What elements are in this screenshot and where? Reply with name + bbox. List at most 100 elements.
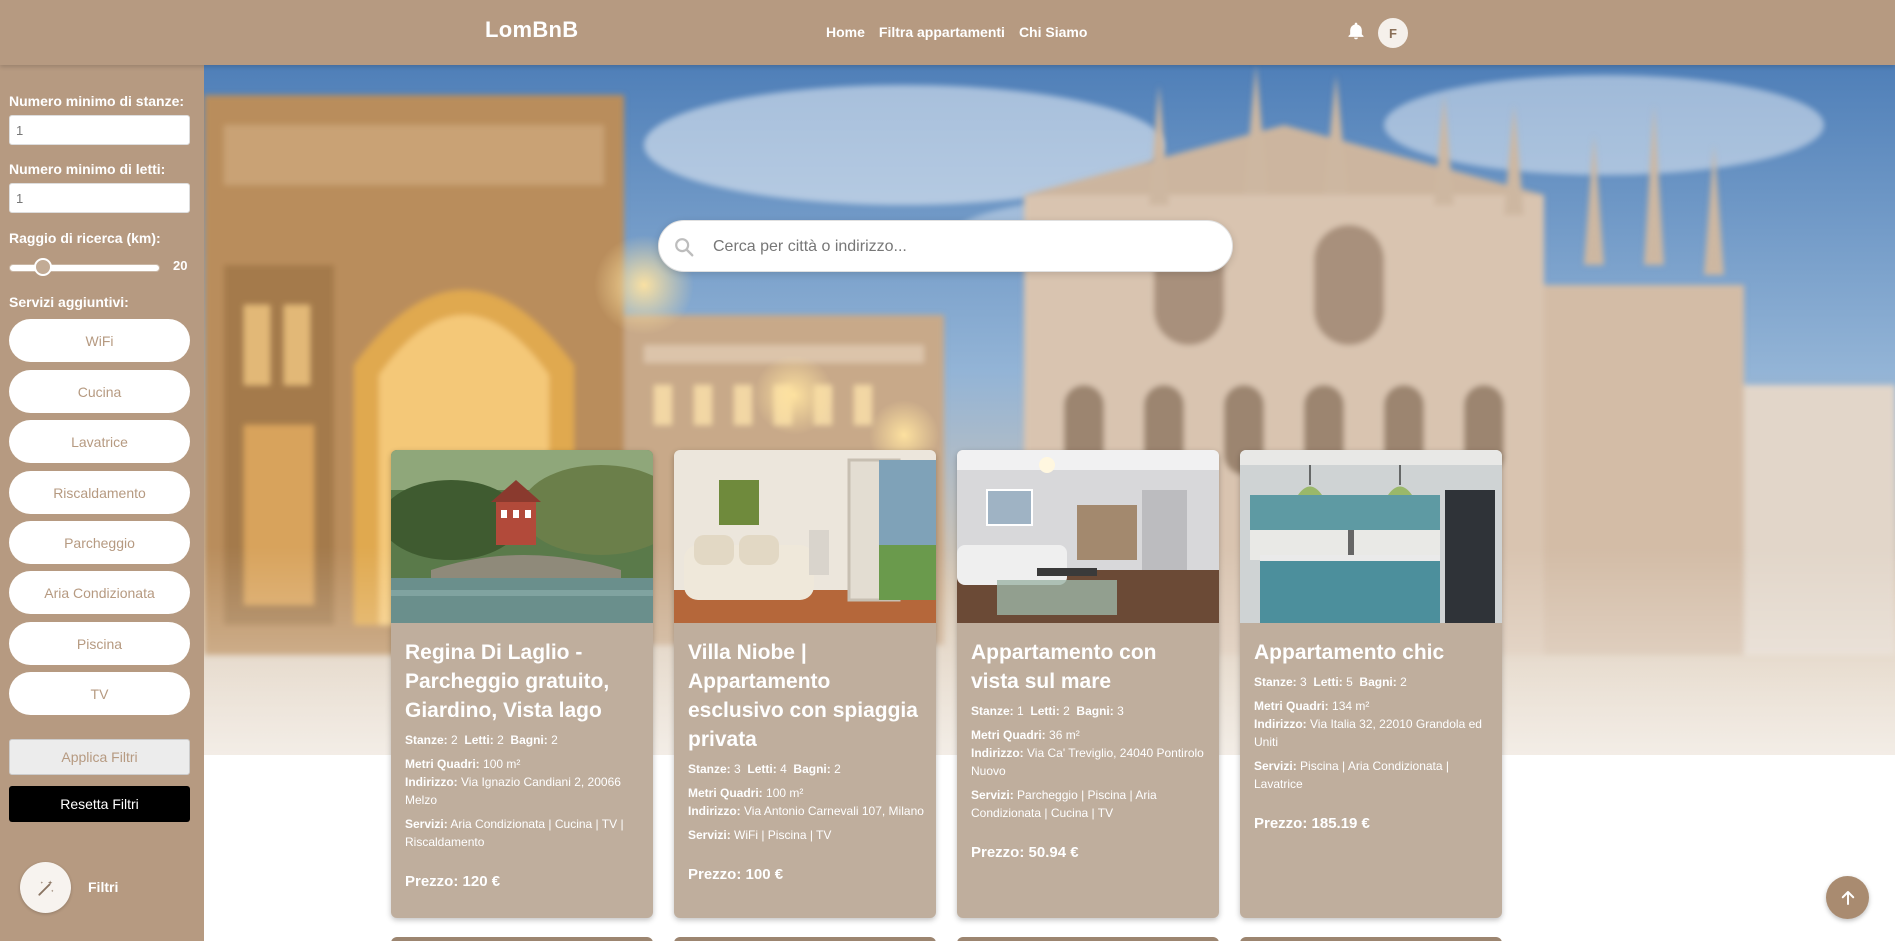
listing-price: Prezzo: 120 € (405, 873, 641, 890)
listing-specs: Stanze: 1 Letti: 2 Bagni: 3 (971, 702, 1207, 720)
price-value: 100 € (745, 866, 784, 883)
search-radius-slider[interactable] (9, 264, 160, 272)
listing-details: Appartamento con vista sul mare Stanze: … (971, 638, 1207, 861)
min-rooms-input[interactable] (9, 115, 190, 145)
service-heating-toggle[interactable]: Riscaldamento (9, 471, 190, 514)
beds-label: Letti: (1030, 704, 1060, 718)
reset-filters-button[interactable]: Resetta Filtri (9, 786, 190, 822)
baths-value: 3 (1117, 704, 1124, 718)
service-tv-toggle[interactable]: TV (9, 672, 190, 715)
rooms-label: Stanze: (405, 733, 448, 747)
sqm-label: Metri Quadri: (1254, 699, 1329, 713)
search-input[interactable] (713, 233, 1213, 261)
beds-label: Letti: (464, 733, 494, 747)
listing-card-next-row[interactable] (1240, 937, 1502, 941)
min-beds-input[interactable] (9, 183, 190, 213)
listing-card[interactable]: Appartamento con vista sul mare Stanze: … (957, 450, 1219, 918)
top-navbar: LomBnB Home Filtra appartamenti Chi Siam… (0, 0, 1895, 65)
sqm-value: 100 m² (483, 757, 521, 771)
apply-filters-button[interactable]: Applica Filtri (9, 739, 190, 775)
listing-title[interactable]: Regina Di Laglio - Parcheggio gratuito, … (405, 638, 641, 725)
listing-title[interactable]: Appartamento con vista sul mare (971, 638, 1207, 696)
price-value: 120 € (462, 873, 501, 890)
listing-address: Indirizzo: Via Ignazio Candiani 2, 20066… (405, 773, 641, 809)
address-value: Via Antonio Carnevali 107, Milano (744, 804, 924, 818)
services-label: Servizi: (688, 828, 731, 842)
listing-services: Servizi: Piscina | Aria Condizionata | L… (1254, 757, 1490, 793)
baths-value: 2 (834, 762, 841, 776)
listing-price: Prezzo: 50.94 € (971, 844, 1207, 861)
listing-price: Prezzo: 185.19 € (1254, 815, 1490, 832)
services-value: WiFi | Piscina | TV (734, 828, 832, 842)
listing-specs: Stanze: 3 Letti: 5 Bagni: 2 (1254, 673, 1490, 691)
brand-logo[interactable]: LomBnB (485, 17, 578, 43)
service-washer-toggle[interactable]: Lavatrice (9, 420, 190, 463)
beds-value: 2 (497, 733, 504, 747)
service-ac-toggle[interactable]: Aria Condizionata (9, 571, 190, 614)
nav-filter-apartments[interactable]: Filtra appartamenti (879, 24, 1005, 40)
nav-home[interactable]: Home (826, 24, 865, 40)
listing-title[interactable]: Villa Niobe | Appartamento esclusivo con… (688, 638, 924, 754)
service-pool-toggle[interactable]: Piscina (9, 622, 190, 665)
rooms-label: Stanze: (688, 762, 731, 776)
listing-sqm: Metri Quadri: 36 m² (971, 726, 1207, 744)
address-label: Indirizzo: (405, 775, 458, 789)
price-label: Prezzo: (405, 873, 459, 890)
services-label: Servizi: (1254, 759, 1297, 773)
listing-price: Prezzo: 100 € (688, 866, 924, 883)
listing-card-next-row[interactable] (391, 937, 653, 941)
listing-address: Indirizzo: Via Antonio Carnevali 107, Mi… (688, 802, 924, 820)
listing-sqm: Metri Quadri: 100 m² (405, 755, 641, 773)
listing-card[interactable]: Regina Di Laglio - Parcheggio gratuito, … (391, 450, 653, 918)
listing-title[interactable]: Appartamento chic (1254, 638, 1490, 667)
rooms-value: 3 (1300, 675, 1307, 689)
search-bar (658, 220, 1233, 272)
listing-sqm: Metri Quadri: 100 m² (688, 784, 924, 802)
sqm-label: Metri Quadri: (405, 757, 480, 771)
min-rooms-label: Numero minimo di stanze: (9, 93, 185, 109)
listing-photo-lake-villa (391, 450, 653, 623)
filters-toggle-button[interactable] (20, 862, 71, 913)
address-label: Indirizzo: (688, 804, 741, 818)
price-label: Prezzo: (1254, 815, 1308, 832)
sqm-value: 134 m² (1332, 699, 1370, 713)
min-beds-label: Numero minimo di letti: (9, 161, 166, 177)
listing-address: Indirizzo: Via Italia 32, 22010 Grandola… (1254, 715, 1490, 751)
baths-label: Bagni: (793, 762, 831, 776)
listing-card[interactable]: Appartamento chic Stanze: 3 Letti: 5 Bag… (1240, 450, 1502, 918)
services-label: Servizi aggiuntivi: (9, 294, 129, 310)
address-label: Indirizzo: (1254, 717, 1307, 731)
user-avatar[interactable]: F (1378, 18, 1408, 48)
listing-sqm: Metri Quadri: 134 m² (1254, 697, 1490, 715)
baths-value: 2 (1400, 675, 1407, 689)
rooms-value: 1 (1017, 704, 1024, 718)
listing-card-next-row[interactable] (957, 937, 1219, 941)
search-radius-slider-handle[interactable] (34, 258, 52, 276)
listing-services: Servizi: Aria Condizionata | Cucina | TV… (405, 815, 641, 851)
listing-address: Indirizzo: Via Ca' Treviglio, 24040 Pont… (971, 744, 1207, 780)
service-wifi-toggle[interactable]: WiFi (9, 319, 190, 362)
services-label: Servizi: (405, 817, 448, 831)
main-nav: Home Filtra appartamenti Chi Siamo (826, 24, 1087, 40)
listing-services: Servizi: Parcheggio | Piscina | Aria Con… (971, 786, 1207, 822)
beds-value: 4 (780, 762, 787, 776)
listing-card[interactable]: Villa Niobe | Appartamento esclusivo con… (674, 450, 936, 918)
sqm-label: Metri Quadri: (971, 728, 1046, 742)
rooms-value: 3 (734, 762, 741, 776)
sqm-value: 36 m² (1049, 728, 1080, 742)
baths-value: 2 (551, 733, 558, 747)
scroll-to-top-button[interactable] (1826, 876, 1869, 919)
beds-label: Letti: (1313, 675, 1343, 689)
listing-card-next-row[interactable] (674, 937, 936, 941)
listing-photo-modern-apartment (957, 450, 1219, 623)
baths-label: Bagni: (1359, 675, 1397, 689)
nav-about-us[interactable]: Chi Siamo (1019, 24, 1087, 40)
baths-label: Bagni: (1076, 704, 1114, 718)
price-label: Prezzo: (971, 844, 1025, 861)
service-kitchen-toggle[interactable]: Cucina (9, 370, 190, 413)
rooms-value: 2 (451, 733, 458, 747)
bell-icon[interactable] (1346, 21, 1366, 41)
rooms-label: Stanze: (1254, 675, 1297, 689)
service-parking-toggle[interactable]: Parcheggio (9, 521, 190, 564)
listing-details: Villa Niobe | Appartamento esclusivo con… (688, 638, 924, 883)
